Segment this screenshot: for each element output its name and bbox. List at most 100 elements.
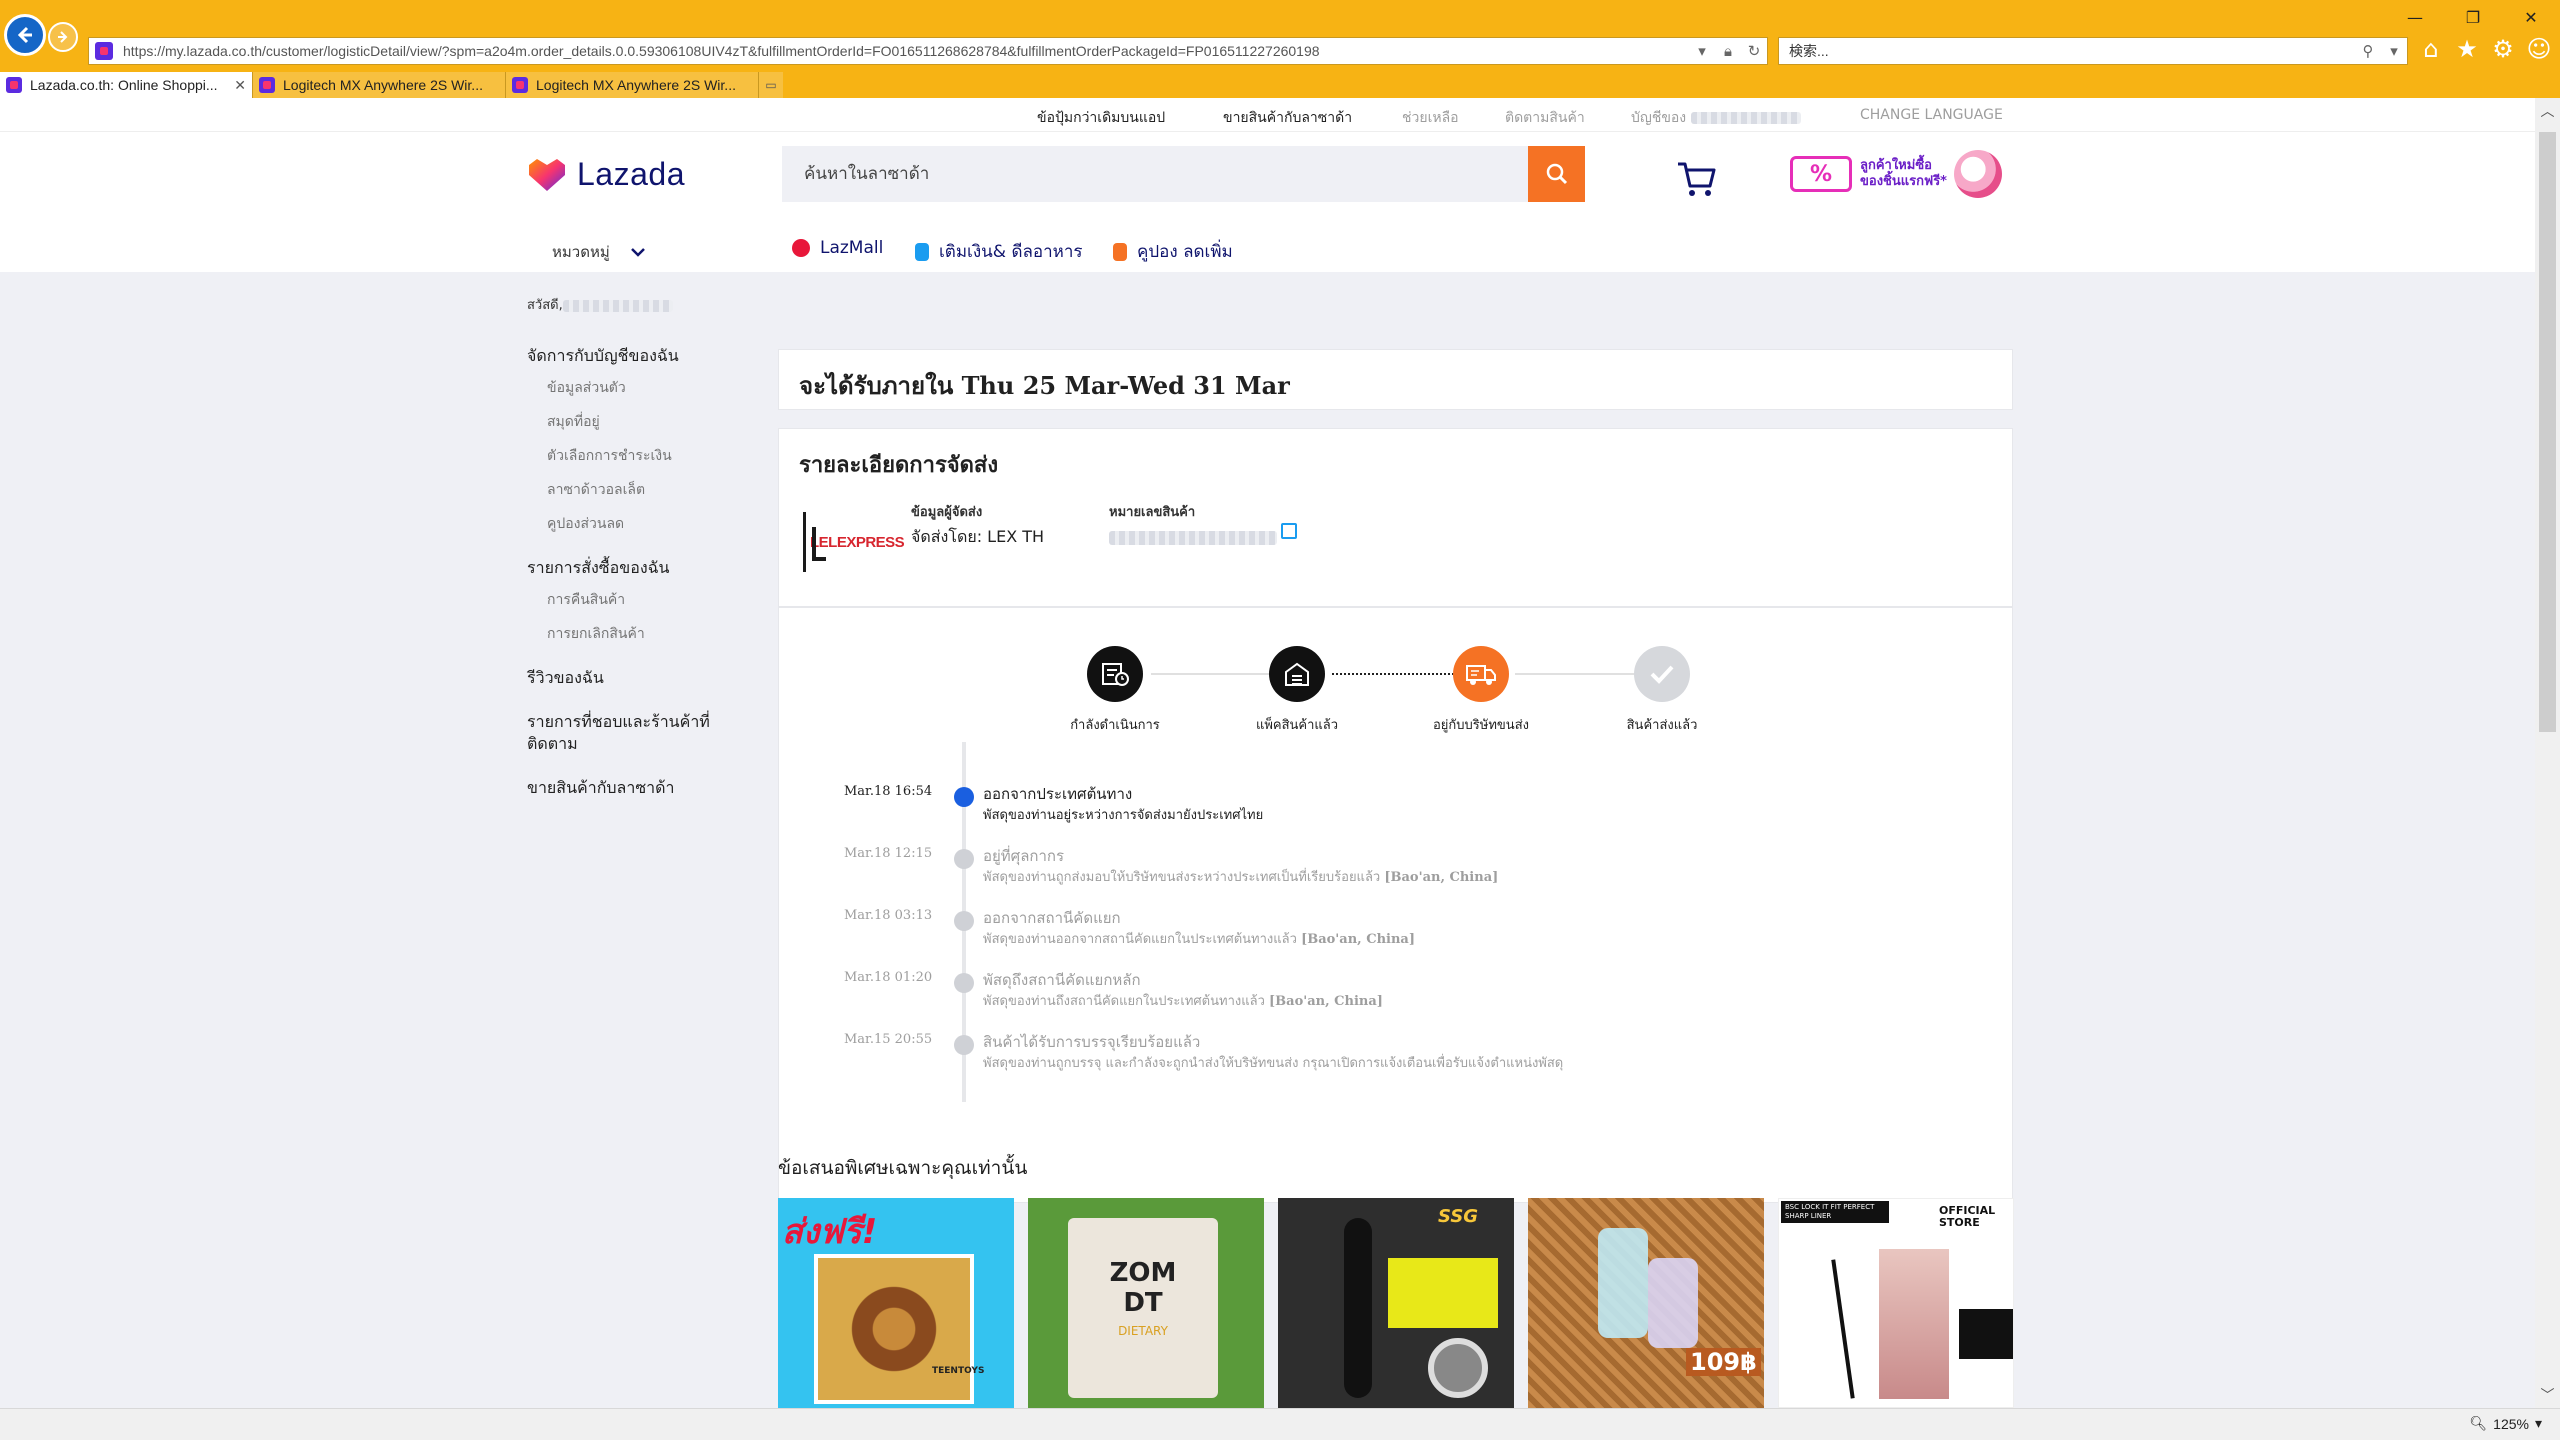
timeline-desc-text: พัสดุของท่านออกจากสถานีคัดแยกในประเทศต้น… — [983, 932, 1297, 947]
timeline-time: Mar.18 03:13 — [844, 908, 933, 923]
product-card-skateboard[interactable]: SSG — [1278, 1198, 1514, 1408]
lazmall-label: LazMall — [820, 238, 884, 258]
page-scrollbar[interactable]: ︿ ﹀ — [2535, 98, 2560, 1408]
magnifier-icon[interactable]: ⚲ — [2355, 38, 2381, 64]
address-bar[interactable]: https://my.lazada.co.th/customer/logisti… — [88, 37, 1768, 65]
dropdown-icon[interactable]: ▾ — [1689, 38, 1715, 64]
search-dropdown-icon[interactable]: ▾ — [2381, 38, 2407, 64]
free-shipping-badge: ส่งฟรี! — [782, 1212, 878, 1252]
search-button[interactable] — [1528, 146, 1585, 202]
favorites-star-icon[interactable]: ★ — [2454, 35, 2480, 63]
sell-link[interactable]: ขายสินค้ากับลาซาด้า — [1223, 107, 1352, 129]
sidebar-head-wishlist[interactable]: รายการที่ชอบและร้านค้าที่ติดตาม — [527, 711, 737, 755]
restore-button[interactable]: ❐ — [2444, 4, 2502, 30]
close-tab-icon[interactable]: ✕ — [234, 77, 246, 94]
phone-icon — [915, 242, 929, 261]
account-label: บัญชีของ — [1631, 110, 1687, 126]
new-customer-promo-banner[interactable]: % ลูกค้าใหม่ซื้อ ของชิ้นแรกฟรี* — [1790, 146, 2010, 202]
chevron-down-icon — [630, 248, 645, 257]
url-text[interactable]: https://my.lazada.co.th/customer/logisti… — [123, 43, 1689, 59]
sidebar-item-wallet[interactable]: ลาซาด้าวอลเล็ต — [547, 479, 757, 501]
sidebar-item-returns[interactable]: การคืนสินค้า — [547, 589, 757, 611]
greeting: สวัสดี, — [527, 294, 757, 315]
browser-chrome: https://my.lazada.co.th/customer/logisti… — [0, 0, 2560, 98]
shipper-value: จัดส่งโดย: LEX TH — [911, 527, 1045, 546]
app-deal-link[interactable]: ข้อปุ้มกว่าเดิมบนแอป — [1037, 107, 1165, 129]
forward-arrow-icon — [58, 31, 68, 43]
promo-text: ลูกค้าใหม่ซื้อ ของชิ้นแรกฟรี* — [1860, 158, 1947, 189]
carrier-logo: LELEXPRESS — [803, 509, 905, 575]
tab-lazada[interactable]: Lazada.co.th: Online Shoppi... ✕ — [0, 72, 253, 98]
track-order-link[interactable]: ติดตามสินค้า — [1505, 107, 1585, 129]
timeline-entry: Mar.18 03:13 ออกจากสถานีคัดแยก พัสดุของท… — [779, 896, 1979, 958]
lazmall-icon — [792, 239, 810, 257]
lock-icon[interactable]: 🔒︎ — [1715, 38, 1741, 64]
sidebar-item-cancellations[interactable]: การยกเลิกสินค้า — [547, 623, 757, 645]
copy-icon[interactable] — [1281, 523, 1297, 539]
close-window-button[interactable]: ✕ — [2502, 4, 2560, 30]
sidebar-item-vouchers[interactable]: คูปองส่วนลด — [547, 513, 757, 535]
scroll-thumb[interactable] — [2539, 132, 2556, 732]
greeting-label: สวัสดี, — [527, 298, 563, 313]
tracking-label: หมายเลขสินค้า — [1109, 505, 1196, 520]
categories-dropdown[interactable]: หมวดหมู่ — [552, 240, 646, 264]
browser-search-placeholder[interactable]: 検索... — [1789, 41, 2355, 61]
tab-logitech-2[interactable]: Logitech MX Anywhere 2S Wir... — [506, 72, 759, 98]
sidebar-item-payment[interactable]: ตัวเลือกการชำระเงิน — [547, 445, 757, 467]
brand-text: TEENTOYS — [932, 1366, 985, 1376]
sidebar-head-account[interactable]: จัดการกับบัญชีของฉัน — [527, 345, 757, 367]
tab-logitech-1[interactable]: Logitech MX Anywhere 2S Wir... — [253, 72, 506, 98]
account-link[interactable]: บัญชีของ — [1631, 107, 1801, 129]
smiley-feedback-icon[interactable]: ☺ — [2526, 35, 2552, 63]
product-card-candy[interactable]: ส่งฟรี! TEENTOYS — [778, 1198, 1014, 1408]
eta-text: จะได้รับภายใน Thu 25 Mar-Wed 31 Mar — [799, 371, 1290, 400]
cart-icon[interactable] — [1676, 158, 1718, 198]
timeline-entry: Mar.18 01:20 พัสดุถึงสถานีคัดแยกหลัก พัส… — [779, 958, 1979, 1020]
help-link[interactable]: ช่วยเหลือ — [1402, 107, 1459, 129]
coupon-label: คูปอง ลดเพิ่ม — [1137, 242, 1233, 262]
page-content: ข้อปุ้มกว่าเดิมบนแอป ขายสินค้ากับลาซาด้า… — [0, 98, 2535, 1408]
scroll-down-icon[interactable]: ﹀ — [2535, 1382, 2560, 1408]
site-header: Lazada % ลูกค้าใหม่ซื้อ ของชิ้นแรกฟรี* ห… — [0, 132, 2535, 272]
processing-icon — [1087, 646, 1143, 702]
product-card-eyeliner[interactable]: BSC LOCK IT FIT PERFECT SHARP LINER OFFI… — [1778, 1198, 2014, 1408]
account-sidebar: สวัสดี, จัดการกับบัญชีของฉัน ข้อมูลส่วนต… — [527, 294, 757, 821]
timeline-dot — [954, 849, 974, 869]
minimize-button[interactable]: — — [2386, 4, 2444, 30]
ssg-logo-text: SSG — [1438, 1206, 1479, 1227]
skateboard-image — [1344, 1218, 1372, 1398]
gel-bottle-image — [1598, 1228, 1648, 1338]
scroll-up-icon[interactable]: ︿ — [2535, 98, 2560, 124]
forward-button[interactable] — [48, 22, 78, 52]
timeline-title: ออกจากประเทศต้นทาง — [983, 785, 1133, 803]
coupon-link[interactable]: คูปอง ลดเพิ่ม — [1113, 238, 1233, 265]
product-card-hand-gel[interactable]: 109฿ — [1528, 1198, 1764, 1408]
back-button[interactable] — [4, 14, 46, 56]
sidebar-item-profile[interactable]: ข้อมูลส่วนตัว — [547, 377, 757, 399]
lazada-logo[interactable]: Lazada — [527, 156, 685, 193]
topup-label: เติมเงิน& ดีลอาหาร — [939, 242, 1083, 262]
sidebar-head-sell[interactable]: ขายสินค้ากับลาซาด้า — [527, 777, 757, 799]
refresh-icon[interactable]: ↻ — [1741, 38, 1767, 64]
change-language-link[interactable]: CHANGE LANGUAGE — [1860, 107, 2003, 123]
timeline-time: Mar.18 01:20 — [844, 970, 933, 985]
mascot-icon — [1954, 150, 2002, 198]
new-tab-button[interactable]: ▭ — [759, 72, 783, 98]
step-in-transit: อยู่กับบริษัทขนส่ง — [1411, 646, 1551, 735]
topup-link[interactable]: เติมเงิน& ดีลอาหาร — [915, 238, 1083, 265]
sidebar-item-address-book[interactable]: สมุดที่อยู่ — [547, 411, 757, 433]
timeline-title: ออกจากสถานีคัดแยก — [983, 909, 1121, 927]
home-icon[interactable]: ⌂ — [2418, 35, 2444, 63]
sidebar-head-orders[interactable]: รายการสั่งซื้อของฉัน — [527, 557, 757, 579]
settings-gear-icon[interactable]: ⚙ — [2490, 35, 2516, 63]
coupon-icon — [1113, 242, 1127, 261]
search-input[interactable] — [782, 146, 1528, 202]
zoom-control[interactable]: 🔍︎ 125% ▾ — [2469, 1415, 2542, 1432]
toolbar-icons: ⌂ ★ ⚙ ☺ — [2418, 35, 2552, 63]
tab-title: Logitech MX Anywhere 2S Wir... — [283, 77, 483, 93]
sidebar-head-reviews[interactable]: รีวิวของฉัน — [527, 667, 757, 689]
lazmall-link[interactable]: LazMall — [792, 238, 883, 258]
logo-text: Lazada — [577, 156, 685, 192]
product-card-zom[interactable]: ZOM DT DIETARY — [1028, 1198, 1264, 1408]
browser-search-bar[interactable]: 検索... ⚲ ▾ — [1778, 37, 2408, 65]
